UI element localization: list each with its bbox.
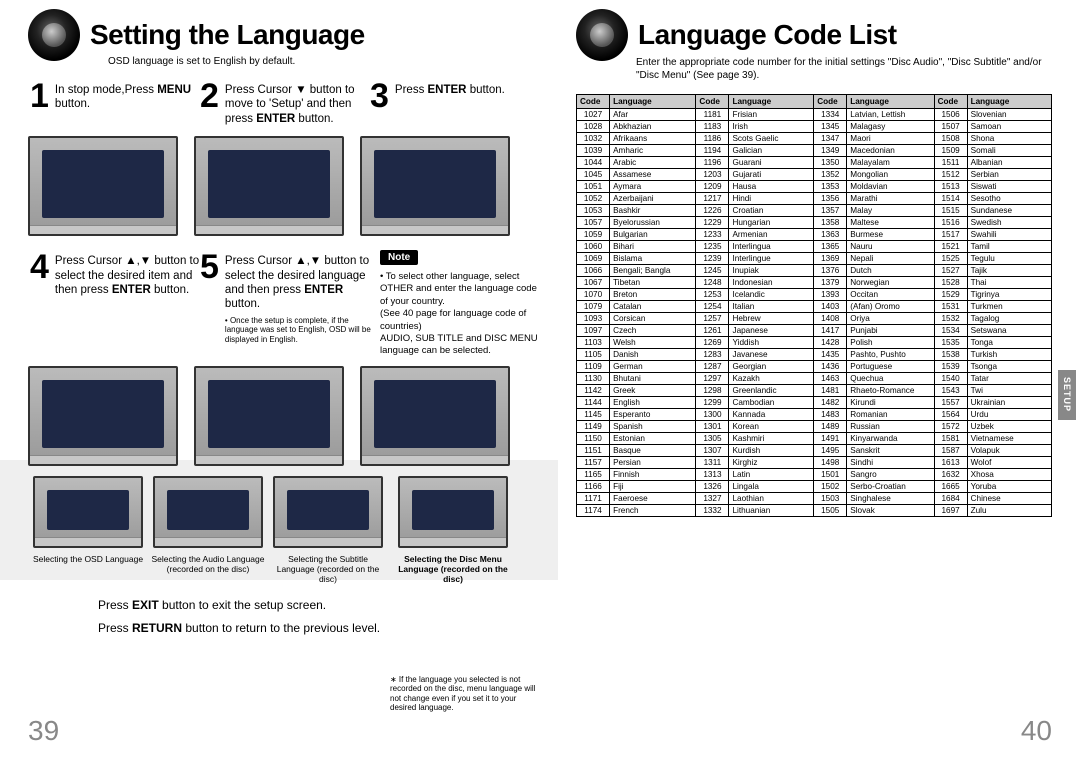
table-row: 1066Bengali; Bangla1245Inupiak1376Dutch1… xyxy=(577,265,1052,277)
caption-shot-3 xyxy=(273,476,383,548)
osd-shot-1 xyxy=(28,136,178,236)
table-row: 1151Basque1307Kurdish1495Sanskrit1587Vol… xyxy=(577,445,1052,457)
language-code-table: CodeLanguageCodeLanguageCodeLanguageCode… xyxy=(576,94,1052,517)
table-row: 1053Bashkir1226Croatian1357Malay1515Sund… xyxy=(577,205,1052,217)
table-row: 1067Tibetan1248Indonesian1379Norwegian15… xyxy=(577,277,1052,289)
page-num-left: 39 xyxy=(28,715,59,747)
table-row: 1130Bhutani1297Kazakh1463Quechua1540Tata… xyxy=(577,373,1052,385)
step-5: 5 Press Cursor ▲,▼ button to select the … xyxy=(200,250,380,357)
table-row: 1150Estonian1305Kashmiri1491Kinyarwanda1… xyxy=(577,433,1052,445)
table-row: 1051Aymara1209Hausa1353Moldavian1513Sisw… xyxy=(577,181,1052,193)
speaker-icon xyxy=(28,9,80,61)
setup-tab: SETUP xyxy=(1058,370,1076,420)
step5-footnote: • Once the setup is complete, if the lan… xyxy=(225,316,380,345)
page-title-right: Language Code List xyxy=(638,19,897,51)
osd-shot-2 xyxy=(194,136,344,236)
subtitle-left: OSD language is set to English by defaul… xyxy=(108,56,540,67)
page-num-right: 40 xyxy=(1021,715,1052,747)
table-row: 1045Assamese1203Gujarati1352Mongolian151… xyxy=(577,169,1052,181)
shot-cap: Selecting the Subtitle Language (recorde… xyxy=(268,554,388,585)
table-row: 1052Azerbaijani1217Hindi1356Marathi1514S… xyxy=(577,193,1052,205)
table-row: 1165Finnish1313Latin1501Sangro1632Xhosa xyxy=(577,469,1052,481)
language-header: Language xyxy=(729,95,814,109)
code-header: Code xyxy=(934,95,967,109)
caption-shot-4 xyxy=(398,476,508,548)
caption-shot-2 xyxy=(153,476,263,548)
osd-shot-3 xyxy=(360,136,510,236)
table-row: 1103Welsh1269Yiddish1428Polish1535Tonga xyxy=(577,337,1052,349)
right-intro: Enter the appropriate code number for th… xyxy=(636,56,1052,82)
step-text: Press Cursor ▼ button to move to 'Setup'… xyxy=(225,79,370,126)
table-row: 1142Greek1298Greenlandic1481Rhaeto-Roman… xyxy=(577,385,1052,397)
osd-shot-6 xyxy=(360,366,510,466)
table-row: 1057Byelorussian1229Hungarian1358Maltese… xyxy=(577,217,1052,229)
table-row: 1174French1332Lithuanian1505Slovak1697Zu… xyxy=(577,505,1052,517)
table-row: 1039Amharic1194Galician1349Macedonian150… xyxy=(577,145,1052,157)
step-3: 3 Press ENTER button. xyxy=(370,79,540,126)
table-row: 1149Spanish1301Korean1489Russian1572Uzbe… xyxy=(577,421,1052,433)
exit-return: Press EXIT button to exit the setup scre… xyxy=(98,594,540,640)
table-row: 1059Bulgarian1233Armenian1363Burmese1517… xyxy=(577,229,1052,241)
step-2: 2 Press Cursor ▼ button to move to 'Setu… xyxy=(200,79,370,126)
language-header: Language xyxy=(610,95,696,109)
step-text: Press Cursor ▲,▼ button to select the de… xyxy=(225,250,380,312)
step-1: 1 In stop mode,Press MENU button. xyxy=(30,79,200,126)
table-row: 1109German1287Georgian1436Portuguese1539… xyxy=(577,361,1052,373)
language-header: Language xyxy=(847,95,934,109)
osd-shot-5 xyxy=(194,366,344,466)
right-page: Language Code List Enter the appropriate… xyxy=(558,0,1080,763)
table-row: 1097Czech1261Japanese1417Punjabi1534Sets… xyxy=(577,325,1052,337)
table-row: 1070Breton1253Icelandic1393Occitan1529Ti… xyxy=(577,289,1052,301)
code-header: Code xyxy=(814,95,847,109)
code-header: Code xyxy=(696,95,729,109)
step-4: 4 Press Cursor ▲,▼ button to select the … xyxy=(30,250,200,357)
step-text: Press Cursor ▲,▼ button to select the de… xyxy=(55,250,200,297)
table-row: 1069Bislama1239Interlingue1369Nepali1525… xyxy=(577,253,1052,265)
language-header: Language xyxy=(967,95,1051,109)
table-row: 1144English1299Cambodian1482Kirundi1557U… xyxy=(577,397,1052,409)
table-row: 1171Faeroese1327Laothian1503Singhalese16… xyxy=(577,493,1052,505)
note-text: • To select other language, select OTHER… xyxy=(380,271,540,357)
shot-cap: Selecting the Disc Menu Language (record… xyxy=(388,554,518,585)
shot-cap: Selecting the OSD Language xyxy=(33,554,143,564)
step-text: Press ENTER button. xyxy=(395,79,505,97)
shot-cap: Selecting the Audio Language (recorded o… xyxy=(148,554,268,574)
right-side-note: ∗ If the language you selected is not re… xyxy=(390,675,540,713)
table-row: 1044Arabic1196Guarani1350Malayalam1511Al… xyxy=(577,157,1052,169)
table-row: 1145Esperanto1300Kannada1483Romanian1564… xyxy=(577,409,1052,421)
table-row: 1028Abkhazian1183Irish1345Malagasy1507Sa… xyxy=(577,121,1052,133)
osd-shot-4 xyxy=(28,366,178,466)
table-row: 1032Afrikaans1186Scots Gaelic1347Maori15… xyxy=(577,133,1052,145)
table-row: 1027Afar1181Frisian1334Latvian, Lettish1… xyxy=(577,109,1052,121)
caption-shot-1 xyxy=(33,476,143,548)
note-badge: Note xyxy=(380,250,418,265)
speaker-icon xyxy=(576,9,628,61)
table-row: 1166Fiji1326Lingala1502Serbo-Croatian166… xyxy=(577,481,1052,493)
page-title-left: Setting the Language xyxy=(90,19,365,51)
table-row: 1079Catalan1254Italian1403(Afan) Oromo15… xyxy=(577,301,1052,313)
left-page: Setting the Language OSD language is set… xyxy=(0,0,558,763)
table-row: 1093Corsican1257Hebrew1408Oriya1532Tagal… xyxy=(577,313,1052,325)
table-row: 1157Persian1311Kirghiz1498Sindhi1613Wolo… xyxy=(577,457,1052,469)
code-header: Code xyxy=(577,95,610,109)
table-row: 1105Danish1283Javanese1435Pashto, Pushto… xyxy=(577,349,1052,361)
step-text: In stop mode,Press MENU button. xyxy=(55,79,200,112)
table-row: 1060Bihari1235Interlingua1365Nauru1521Ta… xyxy=(577,241,1052,253)
